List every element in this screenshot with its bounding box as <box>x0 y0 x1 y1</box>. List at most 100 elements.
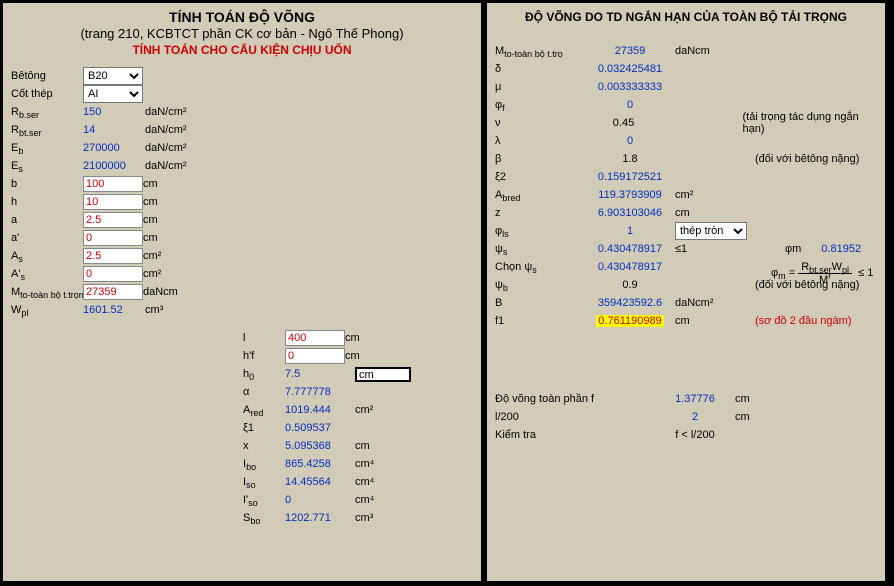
title-main: TÍNH TOÁN ĐỘ VÕNG <box>11 9 473 25</box>
select-input[interactable]: B20 <box>83 67 143 85</box>
field-unit: cm <box>143 178 199 190</box>
field-label: Eb <box>11 142 83 154</box>
field-label: a' <box>11 232 83 244</box>
field-row: BêtôngB20 <box>11 67 473 85</box>
field-unit: cm³ <box>355 512 395 524</box>
field-row: Rb.ser150daN/cm² <box>11 103 473 121</box>
field-unit: daNcm <box>143 286 199 298</box>
field-label: Iso <box>243 476 285 488</box>
extra-label: φm <box>785 243 801 255</box>
field-label: B <box>495 297 585 309</box>
field-label: Ibo <box>243 458 285 470</box>
summary-label: Độ võng toàn phần f <box>495 393 655 405</box>
field-note: (tải trọng tác dụng ngắn hạn) <box>743 111 877 135</box>
field-value: 270000 <box>83 142 145 154</box>
field-value: 0.761190989 <box>585 315 675 327</box>
field-row: Rbt.ser14daN/cm² <box>11 121 473 139</box>
field-value: 14.45564 <box>285 476 355 488</box>
unit-box-selected[interactable]: cm <box>355 367 411 382</box>
field-row: Mto-toàn bộ t.trọng daNcm <box>11 283 473 301</box>
field-row: bcm <box>11 175 473 193</box>
field-unit: cm⁴ <box>355 476 395 488</box>
field-label: β <box>495 153 585 165</box>
summary-unit: cm <box>735 411 815 423</box>
field-value: 0.159172521 <box>585 171 675 183</box>
field-label: Mto-toàn bộ t.trọng <box>11 286 83 298</box>
field-value: 1 <box>585 225 675 237</box>
text-input[interactable] <box>83 212 143 228</box>
field-label: Sbo <box>243 512 285 524</box>
text-input[interactable] <box>83 194 143 210</box>
left-panel: TÍNH TOÁN ĐỘ VÕNG (trang 210, KCBTCT phầ… <box>2 2 482 582</box>
field-row: ν0.45(tải trọng tác dụng ngắn hạn) <box>495 114 877 132</box>
field-unit: daN/cm² <box>145 124 201 136</box>
text-input[interactable] <box>83 176 143 192</box>
field-row: φls1thép tròn <box>495 222 877 240</box>
field-value: 0 <box>585 99 675 111</box>
summary-value: 2 <box>655 411 735 423</box>
field-row: Ascm² <box>11 247 473 265</box>
field-row: Sbo1202.771cm³ <box>243 509 411 527</box>
select-input[interactable]: AI <box>83 85 143 103</box>
field-label: Mto-toàn bộ t.trọ <box>495 45 585 57</box>
text-input[interactable] <box>285 348 345 364</box>
field-row: Mto-toàn bộ t.trọ27359daNcm <box>495 42 877 60</box>
field-label: h <box>11 196 83 208</box>
field-row: B359423592.6daNcm² <box>495 294 877 312</box>
field-row: a' cm <box>11 229 473 247</box>
formula: φm = Rbt.serWpl Mr ≤ 1 <box>771 261 879 286</box>
field-row: Eb270000daN/cm² <box>11 139 473 157</box>
field-value: 6.903103046 <box>585 207 675 219</box>
field-unit: cm <box>345 332 385 344</box>
field-row: f10.761190989cm(sơ đồ 2 đầu ngàm) <box>495 312 877 330</box>
left-col2: lcmh'fcmh07.5cmα7.777778Ared1019.444cm²ξ… <box>243 329 411 527</box>
field-label: Bêtông <box>11 70 83 82</box>
field-unit: daN/cm² <box>145 160 201 172</box>
field-note: (sơ đồ 2 đầu ngàm) <box>755 315 852 327</box>
field-value: 1601.52 <box>83 304 145 316</box>
field-row: lcm <box>243 329 411 347</box>
field-value: 0 <box>585 135 675 147</box>
field-row: ξ20.159172521 <box>495 168 877 186</box>
field-unit: daN/cm² <box>145 142 201 154</box>
title-sub: (trang 210, KCBTCT phần CK cơ bản - Ngô … <box>11 26 473 41</box>
field-label: z <box>495 207 585 219</box>
text-input[interactable] <box>83 266 143 282</box>
select-input[interactable]: thép tròn <box>675 222 747 240</box>
field-row: h07.5cm <box>243 365 411 383</box>
field-row: β1.8(đối với bêtông nặng) <box>495 150 877 168</box>
text-input[interactable] <box>285 330 345 346</box>
summary-row: l/2002cm <box>495 408 877 426</box>
field-row: μ0.003333333 <box>495 78 877 96</box>
field-value: 1.8 <box>585 153 675 165</box>
summary-label: Kiểm tra <box>495 429 655 441</box>
field-value: 0.430478917 <box>585 261 675 273</box>
field-unit: cm <box>675 315 755 327</box>
field-label: Abred <box>495 189 585 201</box>
field-label: ψs <box>495 243 585 255</box>
field-unit: ≤1 <box>675 243 755 255</box>
field-label: f1 <box>495 315 585 327</box>
text-input[interactable] <box>83 230 143 246</box>
field-value: 1019.444 <box>285 404 355 416</box>
field-row: A'scm² <box>11 265 473 283</box>
field-label: ψb <box>495 279 585 291</box>
field-label: Rbt.ser <box>11 124 83 136</box>
field-label: ξ2 <box>495 171 585 183</box>
field-label: λ <box>495 135 585 147</box>
field-unit: cm <box>143 232 199 244</box>
field-row: x5.095368cm <box>243 437 411 455</box>
title-red: TÍNH TOÁN CHO CẤU KIỆN CHỊU UỐN <box>11 43 473 57</box>
field-value: 0.032425481 <box>585 63 675 75</box>
summary-value: 1.37776 <box>655 393 735 405</box>
field-row: hcm <box>11 193 473 211</box>
text-input[interactable] <box>83 284 143 300</box>
field-row: Iso14.45564cm⁴ <box>243 473 411 491</box>
field-label: Ared <box>243 404 285 416</box>
field-label: I'so <box>243 494 285 506</box>
text-input[interactable] <box>83 248 143 264</box>
field-value: 0.45 <box>581 117 667 129</box>
field-label: h'f <box>243 350 285 362</box>
field-label: As <box>11 250 83 262</box>
field-value: 27359 <box>585 45 675 57</box>
